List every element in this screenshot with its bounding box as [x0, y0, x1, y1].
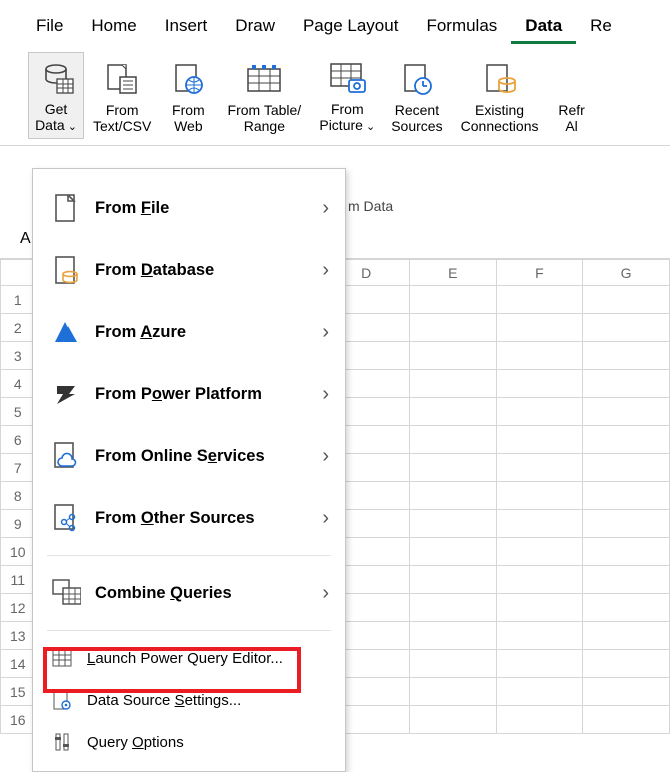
- table-picture-icon: [327, 57, 367, 99]
- from-web-label: From Web: [172, 102, 205, 134]
- ribbon-tabs: File Home Insert Draw Page Layout Formul…: [0, 0, 670, 46]
- menu-label: From Database: [95, 261, 308, 280]
- chevron-right-icon: ›: [322, 582, 329, 605]
- separator: [47, 555, 331, 556]
- get-data-icon: [37, 57, 75, 99]
- menu-label: Launch Power Query Editor...: [87, 650, 329, 667]
- row-header[interactable]: 8: [1, 482, 36, 510]
- refresh-all-button[interactable]: Refr Al: [550, 53, 594, 139]
- menu-from-database[interactable]: From Database ›: [33, 239, 345, 301]
- menu-label: From Online Services: [95, 447, 308, 466]
- menu-label: From Other Sources: [95, 509, 308, 528]
- power-platform-icon: [51, 377, 81, 411]
- options-icon: [51, 731, 73, 753]
- menu-label: Combine Queries: [95, 584, 308, 603]
- file-database-icon: [51, 253, 81, 287]
- row-header[interactable]: 11: [1, 566, 36, 594]
- row-header[interactable]: 7: [1, 454, 36, 482]
- get-data-button[interactable]: Get Data ⌄: [28, 52, 84, 139]
- recent-sources-label: Recent Sources: [391, 102, 442, 134]
- tab-insert[interactable]: Insert: [151, 8, 222, 44]
- menu-data-source-settings[interactable]: Data Source Settings...: [33, 679, 345, 721]
- menu-from-online-services[interactable]: From Online Services ›: [33, 425, 345, 487]
- existing-connections-button[interactable]: Existing Connections: [452, 53, 548, 139]
- group-label-partial: m Data: [348, 190, 393, 214]
- existing-connections-label: Existing Connections: [461, 102, 539, 134]
- azure-icon: [51, 315, 81, 349]
- row-header[interactable]: 6: [1, 426, 36, 454]
- get-data-dropdown: From File › From Database › From Azure ›…: [32, 168, 346, 772]
- table-icon: [244, 58, 284, 100]
- separator: [47, 630, 331, 631]
- tab-page-layout[interactable]: Page Layout: [289, 8, 412, 44]
- row-header[interactable]: 13: [1, 622, 36, 650]
- row-header[interactable]: 15: [1, 678, 36, 706]
- file-web-icon: [170, 58, 206, 100]
- menu-label: Query Options: [87, 734, 329, 751]
- menu-from-power-platform[interactable]: From Power Platform ›: [33, 363, 345, 425]
- chevron-right-icon: ›: [322, 507, 329, 530]
- from-text-csv-label: From Text/CSV: [93, 102, 151, 134]
- menu-query-options[interactable]: Query Options: [33, 721, 345, 763]
- row-header[interactable]: 2: [1, 314, 36, 342]
- menu-from-azure[interactable]: From Azure ›: [33, 301, 345, 363]
- tab-truncated[interactable]: Re: [576, 8, 626, 44]
- col-header[interactable]: G: [583, 260, 670, 286]
- chevron-right-icon: ›: [322, 445, 329, 468]
- menu-label: From Azure: [95, 323, 308, 342]
- combine-tables-icon: [51, 576, 81, 610]
- from-web-button[interactable]: From Web: [160, 53, 216, 139]
- tab-data[interactable]: Data: [511, 8, 576, 44]
- chevron-right-icon: ›: [322, 383, 329, 406]
- file-text-icon: [104, 58, 140, 100]
- tab-formulas[interactable]: Formulas: [412, 8, 511, 44]
- row-header[interactable]: 10: [1, 538, 36, 566]
- col-header[interactable]: E: [409, 260, 496, 286]
- row-header[interactable]: 14: [1, 650, 36, 678]
- from-text-csv-button[interactable]: From Text/CSV: [86, 53, 158, 139]
- row-header[interactable]: 3: [1, 342, 36, 370]
- menu-label: From Power Platform: [95, 385, 308, 404]
- menu-from-file[interactable]: From File ›: [33, 177, 345, 239]
- file-icon: [51, 191, 81, 225]
- file-gear-icon: [51, 689, 73, 711]
- menu-from-other-sources[interactable]: From Other Sources ›: [33, 487, 345, 549]
- chevron-right-icon: ›: [322, 259, 329, 282]
- chevron-right-icon: ›: [322, 321, 329, 344]
- refresh-icon: [557, 58, 587, 100]
- file-cloud-icon: [51, 439, 81, 473]
- recent-sources-button[interactable]: Recent Sources: [384, 53, 449, 139]
- row-header[interactable]: 16: [1, 706, 36, 734]
- refresh-all-label: Refr Al: [558, 102, 584, 134]
- row-header[interactable]: 9: [1, 510, 36, 538]
- ribbon: Get Data ⌄ From Text/CSV From Web From T…: [0, 46, 670, 146]
- menu-combine-queries[interactable]: Combine Queries ›: [33, 562, 345, 624]
- chevron-right-icon: ›: [322, 197, 329, 220]
- row-header[interactable]: 1: [1, 286, 36, 314]
- from-table-range-button[interactable]: From Table/ Range: [218, 53, 310, 139]
- tab-draw[interactable]: Draw: [221, 8, 289, 44]
- menu-label: From File: [95, 199, 308, 218]
- from-picture-label: From Picture ⌄: [319, 101, 375, 134]
- menu-launch-pq-editor[interactable]: Launch Power Query Editor...: [33, 637, 345, 679]
- grid-small-icon: [51, 647, 73, 669]
- menu-label: Data Source Settings...: [87, 692, 329, 709]
- tab-file[interactable]: File: [22, 8, 77, 44]
- from-picture-button[interactable]: From Picture ⌄: [312, 52, 382, 139]
- select-all-corner[interactable]: [1, 260, 36, 286]
- file-nodes-icon: [51, 501, 81, 535]
- file-db-icon: [481, 58, 519, 100]
- get-data-label: Get Data ⌄: [35, 101, 77, 134]
- col-header[interactable]: F: [496, 260, 583, 286]
- row-header[interactable]: 5: [1, 398, 36, 426]
- from-table-range-label: From Table/ Range: [228, 102, 302, 134]
- row-header[interactable]: 4: [1, 370, 36, 398]
- file-clock-icon: [399, 58, 435, 100]
- tab-home[interactable]: Home: [77, 8, 150, 44]
- row-header[interactable]: 12: [1, 594, 36, 622]
